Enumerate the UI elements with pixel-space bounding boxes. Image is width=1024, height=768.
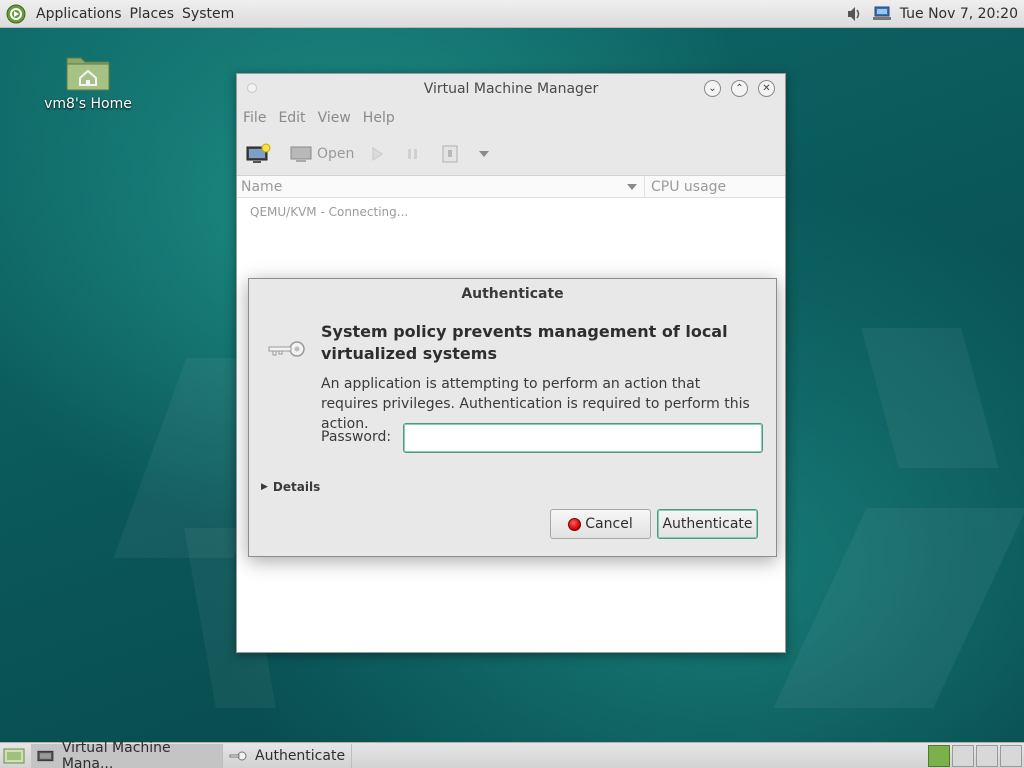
pause-button[interactable] (404, 145, 426, 163)
key-icon (268, 341, 305, 357)
menu-view[interactable]: View (318, 110, 351, 126)
stop-icon (568, 517, 582, 531)
dialog-title[interactable]: Authenticate (249, 279, 776, 309)
open-button[interactable]: Open (289, 144, 354, 164)
window-controls: ⌄ ⌃ ✕ (704, 80, 775, 97)
menu-help[interactable]: Help (363, 110, 395, 126)
authenticate-button[interactable]: Authenticate (657, 509, 758, 539)
wallpaper-shard (861, 328, 999, 468)
workspace-1[interactable] (928, 744, 950, 767)
column-cpu-label: CPU usage (651, 178, 727, 195)
desktop-home-folder[interactable]: vm8's Home (40, 52, 136, 112)
volume-icon[interactable] (844, 4, 864, 24)
column-cpu[interactable]: CPU usage (645, 176, 726, 197)
cancel-button[interactable]: Cancel (550, 509, 651, 539)
taskbar-item-authenticate[interactable]: Authenticate (223, 743, 353, 768)
password-label: Password: (321, 429, 392, 445)
vmm-task-icon (37, 750, 54, 761)
vmm-menubar: File Edit View Help (237, 104, 785, 132)
play-icon (372, 146, 384, 161)
show-desktop-icon[interactable] (3, 746, 25, 766)
wallpaper-shard (773, 508, 1024, 708)
dialog-headline: System policy prevents management of loc… (321, 322, 728, 363)
run-button[interactable] (368, 145, 390, 163)
password-input[interactable] (403, 423, 763, 453)
taskbar-item-label: Virtual Machine Mana... (61, 739, 171, 768)
authenticate-label: Authenticate (662, 516, 753, 532)
menu-file[interactable]: File (243, 110, 266, 126)
details-expander[interactable]: ▶ Details (261, 480, 320, 494)
cancel-label: Cancel (585, 516, 633, 532)
close-icon[interactable]: ✕ (758, 80, 775, 97)
vm-list-header: Name CPU usage (237, 176, 785, 198)
minimize-icon[interactable]: ⌄ (704, 80, 721, 97)
vmm-titlebar[interactable]: Virtual Machine Manager ⌄ ⌃ ✕ (237, 74, 785, 104)
expander-triangle-icon: ▶ (261, 482, 268, 492)
details-label: Details (272, 480, 321, 494)
home-folder-label: vm8's Home (44, 96, 132, 112)
home-folder-icon (66, 57, 110, 91)
new-vm-icon (246, 143, 271, 163)
key-task-icon (229, 751, 247, 760)
shutdown-button[interactable] (440, 144, 464, 164)
system-menu[interactable]: System (178, 6, 238, 22)
connection-row[interactable]: QEMU/KVM - Connecting... (237, 198, 785, 219)
power-icon (442, 145, 458, 162)
top-panel: Applications Places System Tue Nov 7, 20… (0, 0, 1024, 28)
column-name[interactable]: Name (237, 176, 645, 197)
vmm-toolbar: Open (237, 132, 785, 176)
taskbar-item-vmm[interactable]: Virtual Machine Mana... (31, 740, 223, 768)
network-icon[interactable] (872, 4, 892, 24)
clock[interactable]: Tue Nov 7, 20:20 (896, 6, 1024, 22)
menu-edit[interactable]: Edit (278, 110, 305, 126)
monitor-icon (290, 146, 312, 162)
window-menu-icon[interactable] (247, 83, 257, 93)
vmm-title: Virtual Machine Manager (423, 81, 599, 97)
bottom-panel: Virtual Machine Mana... Authenticate (0, 740, 1024, 768)
workspace-2[interactable] (952, 744, 974, 767)
authenticate-dialog: Authenticate System policy prevents mana… (248, 278, 777, 557)
workspace-4[interactable] (1000, 744, 1022, 767)
distro-logo-icon[interactable] (6, 4, 26, 24)
shutdown-dropdown[interactable] (478, 149, 494, 159)
open-label: Open (317, 145, 355, 162)
maximize-icon[interactable]: ⌃ (731, 80, 748, 97)
column-name-label: Name (241, 178, 283, 195)
sort-dropdown-icon (627, 183, 637, 190)
pause-icon (408, 148, 418, 159)
new-vm-button[interactable] (245, 143, 275, 165)
chevron-down-icon (479, 150, 490, 157)
taskbar-item-label: Authenticate (255, 747, 346, 764)
places-menu[interactable]: Places (126, 6, 179, 22)
workspace-3[interactable] (976, 744, 998, 767)
applications-menu[interactable]: Applications (32, 6, 126, 22)
